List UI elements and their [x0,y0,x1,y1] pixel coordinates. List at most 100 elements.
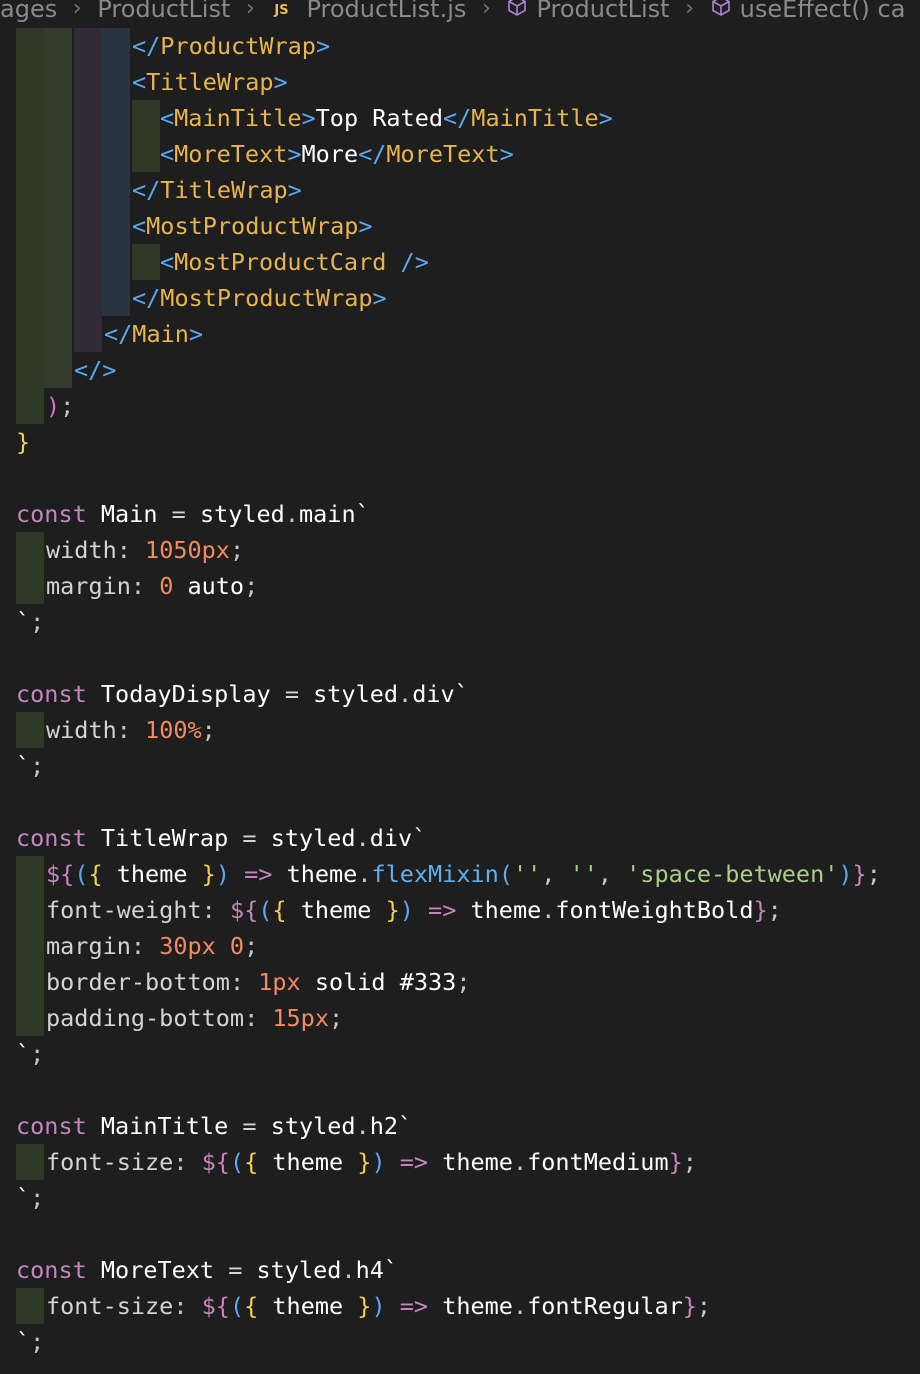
code-token: ProductWrap [160,32,316,60]
code-line[interactable]: <MoreText>More</MoreText> [160,136,514,172]
indent-guide [16,1288,44,1324]
breadcrumb-item-component[interactable]: ProductList [536,0,669,26]
code-token: theme [102,860,202,888]
code-editor[interactable]: </ProductWrap> <TitleWrap> <MainTitle>Top … [0,28,920,1374]
code-line[interactable]: <MostProductCard /> [160,244,429,280]
code-line[interactable]: <MainTitle>Top Rated</MainTitle> [160,100,613,136]
code-token: } [201,860,216,888]
code-line[interactable]: ); [46,388,74,424]
code-token: </ [132,32,161,60]
code-token: padding-bottom [46,1004,245,1032]
code-line[interactable]: </TitleWrap> [132,172,302,208]
code-token: </ [132,176,161,204]
chevron-right-icon: › [72,0,82,21]
code-token: margin [46,572,131,600]
code-line[interactable]: const TitleWrap = styled.div` [16,820,426,856]
code-line[interactable]: const MainTitle = styled.h2` [16,1108,412,1144]
breadcrumb-item-function[interactable]: useEffect() ca [740,0,906,26]
code-line[interactable]: } [16,424,30,460]
code-token: width [46,536,117,564]
code-token: theme [428,1292,513,1320]
code-token: width [46,716,117,744]
code-token: } [852,860,867,888]
code-token: theme [258,1292,358,1320]
code-line[interactable]: <TitleWrap> [132,64,288,100]
code-token: ) [371,1292,386,1320]
code-line[interactable]: <MostProductWrap> [132,208,373,244]
code-token: ( [258,896,273,924]
code-line[interactable]: </ProductWrap> [132,28,330,64]
symbol-cube-icon [710,0,732,26]
code-token: ) [371,1148,386,1176]
code-token: = [228,1256,243,1284]
code-line[interactable]: font-size: ${({ theme }) => theme.fontMe… [46,1144,697,1180]
code-line[interactable]: padding-bottom: 15px; [46,1000,343,1036]
code-token: solid #333 [300,968,457,996]
code-line[interactable]: </MostProductWrap> [132,280,387,316]
code-token: ; [456,968,471,996]
code-token: } [668,1148,683,1176]
code-token: ; [60,392,75,420]
code-line[interactable]: border-bottom: 1px solid #333; [46,964,470,1000]
code-line[interactable]: `; [16,748,44,784]
code-line[interactable]: `; [16,1180,44,1216]
code-token: } [682,1292,697,1320]
code-token: : [173,1292,202,1320]
code-token: main [299,500,356,528]
chevron-right-icon: › [685,0,694,21]
breadcrumb-item-file[interactable]: ProductList.js [306,0,466,26]
code-line[interactable]: const TodayDisplay = styled.div` [16,676,469,712]
code-token: : [130,572,160,600]
indent-guide [74,28,102,352]
code-line[interactable]: `; [16,604,44,640]
code-token: > [315,32,331,60]
code-token: More [301,140,359,168]
code-token: ` [355,500,370,528]
code-line[interactable]: font-size: ${({ theme }) => theme.fontRe… [46,1288,711,1324]
code-token: ; [30,1328,45,1356]
code-token: 30px [159,932,216,960]
code-token: div [412,680,455,708]
code-token: . [512,1292,528,1320]
code-token: font-size [46,1292,174,1320]
code-token: 100% [145,716,202,744]
code-token: ; [229,536,245,564]
code-line[interactable]: width: 100%; [46,712,216,748]
code-token: , [541,860,570,888]
code-token: ) [215,860,230,888]
code-token: ; [866,860,881,888]
code-line[interactable]: const MoreText = styled.h4` [16,1252,398,1288]
code-token: => [413,896,457,924]
code-line[interactable]: </Main> [104,316,203,352]
code-token: : [229,968,259,996]
code-token: theme [456,896,542,924]
code-token: ; [244,572,259,600]
code-token: . [398,680,413,708]
code-token: MoreText [386,140,500,168]
code-line[interactable]: </> [74,352,116,388]
code-token: 15px [272,1004,329,1032]
code-token: theme [428,1148,513,1176]
breadcrumb-item-productlist-folder[interactable]: ProductList [97,0,230,26]
code-token: 'space-between' [626,860,839,888]
indent-guide [16,712,44,748]
code-token: : [116,536,146,564]
code-token: = [284,680,299,708]
code-line[interactable]: margin: 30px 0; [46,928,258,964]
indent-guide [16,856,44,1036]
code-token: fontWeightBold [555,896,754,924]
code-token: ; [767,896,782,924]
code-token: { [244,1292,259,1320]
code-line[interactable]: font-weight: ${({ theme }) => theme.font… [46,892,782,928]
breadcrumb-item-folder[interactable]: ages [0,0,57,26]
code-line[interactable]: margin: 0 auto; [46,568,258,604]
code-line[interactable]: const Main = styled.main` [16,496,370,532]
code-line[interactable]: `; [16,1036,44,1072]
code-token: < [160,140,175,168]
code-line[interactable]: `; [16,1324,44,1360]
code-line[interactable]: ${({ theme }) => theme.flexMixin('', '',… [46,856,881,892]
code-line[interactable]: width: 1050px; [46,532,244,568]
code-token: '' [569,860,598,888]
indent-guide [132,244,160,280]
